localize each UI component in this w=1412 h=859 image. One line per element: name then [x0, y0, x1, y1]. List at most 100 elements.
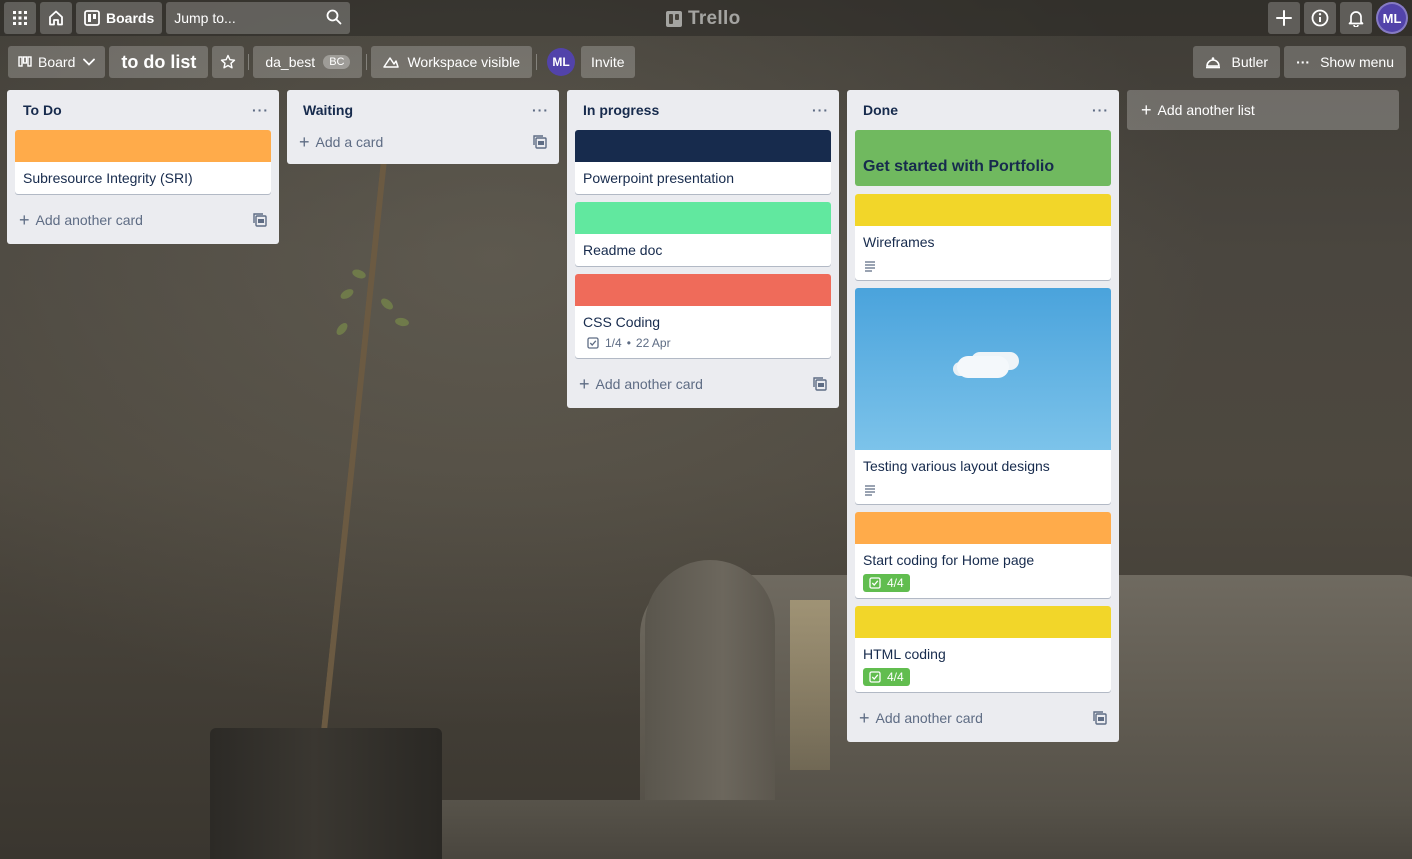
notifications-button[interactable]: [1340, 2, 1372, 34]
card-cover: [855, 606, 1111, 638]
divider: [536, 54, 538, 70]
card-title: HTML coding: [863, 646, 946, 662]
user-avatar[interactable]: ML: [1376, 2, 1408, 34]
list-header[interactable]: To Do ···: [7, 90, 279, 130]
show-menu-label: Show menu: [1320, 54, 1394, 70]
background-plant-leaf: [334, 321, 350, 337]
list-to-do: To Do ··· Subresource Integrity (SRI) + …: [7, 90, 279, 244]
add-card-button[interactable]: + Add another card: [567, 366, 839, 402]
add-card-button[interactable]: + Add a card: [287, 126, 559, 158]
list-title[interactable]: Waiting: [303, 102, 353, 118]
description-icon: [863, 484, 877, 496]
template-icon[interactable]: [533, 135, 547, 149]
card-title: CSS Coding: [583, 314, 661, 330]
card-cover: [855, 194, 1111, 226]
board-icon: [84, 10, 100, 26]
info-icon: [1311, 9, 1329, 27]
template-icon[interactable]: [253, 213, 267, 227]
visibility-button[interactable]: Workspace visible: [371, 46, 533, 78]
butler-button[interactable]: Butler: [1193, 46, 1281, 78]
card-title: Readme doc: [583, 242, 663, 258]
list-menu-icon[interactable]: ···: [532, 102, 549, 118]
card-title: Get started with Portfolio: [863, 158, 1055, 175]
show-menu-button[interactable]: ··· Show menu: [1284, 46, 1406, 78]
card[interactable]: Subresource Integrity (SRI): [15, 130, 271, 194]
add-list-button[interactable]: + Add another list: [1127, 90, 1399, 130]
card-title: Wireframes: [863, 234, 935, 250]
logo-text: Trello: [688, 8, 741, 29]
card-cover: [575, 130, 831, 162]
card-title: Start coding for Home page: [863, 552, 1035, 568]
board-title[interactable]: to do list: [109, 46, 209, 78]
checkbox-icon: [587, 337, 599, 349]
board-view-label: Board: [38, 54, 76, 70]
board-member-avatar[interactable]: ML: [547, 48, 576, 76]
board-header: Board to do list da_best BC Workspace vi…: [8, 46, 1406, 78]
card-cover: [855, 512, 1111, 544]
workspace-badge: BC: [323, 55, 351, 69]
list-title[interactable]: Done: [863, 102, 898, 118]
info-button[interactable]: [1304, 2, 1336, 34]
boards-button[interactable]: Boards: [76, 2, 163, 34]
list-menu-icon[interactable]: ···: [1092, 102, 1109, 118]
card-full-cover[interactable]: Get started with Portfolio: [855, 130, 1111, 186]
add-card-label: Add another card: [875, 710, 983, 726]
background-plant-leaf: [338, 287, 356, 301]
workspace-name: da_best: [265, 54, 316, 70]
add-card-label: Add a card: [315, 134, 384, 150]
invite-button[interactable]: Invite: [581, 46, 635, 78]
add-card-button[interactable]: + Add another card: [847, 700, 1119, 736]
template-icon[interactable]: [813, 377, 827, 391]
apps-button[interactable]: [4, 2, 36, 34]
list-title[interactable]: In progress: [583, 102, 659, 118]
checkbox-icon: [869, 577, 881, 589]
card-cover: [15, 130, 271, 162]
badge-separator: •: [626, 336, 631, 350]
background-plant-stem: [320, 150, 393, 740]
list-title[interactable]: To Do: [23, 102, 62, 118]
list-header[interactable]: Waiting ···: [287, 90, 559, 130]
trello-logo-icon: [666, 11, 682, 27]
list-done: Done ··· Get started with Portfolio Wire…: [847, 90, 1119, 742]
star-icon: [220, 54, 236, 70]
card[interactable]: Readme doc: [575, 202, 831, 266]
trello-logo[interactable]: Trello: [666, 8, 740, 30]
card-cover: [575, 274, 831, 306]
visibility-label: Workspace visible: [407, 54, 521, 70]
card[interactable]: Wireframes: [855, 194, 1111, 280]
list-header[interactable]: In progress ···: [567, 90, 839, 130]
plus-icon: +: [299, 131, 310, 152]
card[interactable]: HTML coding 4/4: [855, 606, 1111, 692]
home-button[interactable]: [40, 2, 72, 34]
template-icon[interactable]: [1093, 711, 1107, 725]
checklist-count: 4/4: [887, 670, 904, 684]
background-plant-pot: [210, 728, 442, 859]
star-board-button[interactable]: [212, 46, 245, 78]
plus-icon: +: [579, 373, 590, 394]
card[interactable]: CSS Coding 1/4 • 22 Apr: [575, 274, 831, 358]
list-menu-icon[interactable]: ···: [812, 102, 829, 118]
home-icon: [47, 9, 65, 27]
background-plant-leaf: [351, 267, 367, 281]
create-button[interactable]: [1268, 2, 1300, 34]
background-plant-leaf: [394, 316, 410, 328]
search-input[interactable]: Jump to...: [166, 2, 351, 34]
background-sofa-seat: [400, 800, 1412, 859]
plus-icon: +: [859, 707, 870, 728]
chevron-down-icon: [83, 58, 96, 66]
card[interactable]: Start coding for Home page 4/4: [855, 512, 1111, 598]
workspace-button[interactable]: da_best BC: [253, 46, 363, 78]
card-title: Subresource Integrity (SRI): [23, 170, 193, 186]
add-card-button[interactable]: + Add another card: [7, 202, 279, 238]
card[interactable]: Powerpoint presentation: [575, 130, 831, 194]
checklist-count: 1/4: [605, 336, 622, 350]
list-menu-icon[interactable]: ···: [252, 102, 269, 118]
background-plant-leaf: [379, 296, 395, 312]
list-header[interactable]: Done ···: [847, 90, 1119, 130]
checklist-count: 4/4: [887, 576, 904, 590]
background-light-reflection: [790, 600, 830, 770]
card[interactable]: Testing various layout designs: [855, 288, 1111, 504]
board-view-switcher[interactable]: Board: [8, 46, 106, 78]
search-placeholder: Jump to...: [174, 10, 236, 26]
grid-icon: [12, 10, 28, 26]
